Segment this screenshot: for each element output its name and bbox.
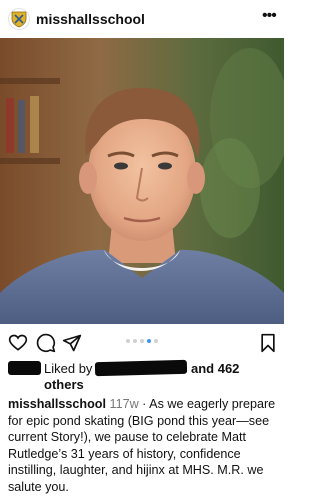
carousel-indicator bbox=[126, 339, 158, 343]
carousel-dot bbox=[140, 339, 144, 343]
school-crest-icon bbox=[11, 11, 27, 28]
post-caption: misshallsschool 117w · As we eagerly pre… bbox=[8, 396, 278, 495]
redacted-avatar bbox=[8, 361, 41, 375]
account-username[interactable]: misshallsschool bbox=[36, 11, 145, 27]
carousel-dot bbox=[133, 339, 137, 343]
profile-avatar[interactable] bbox=[8, 8, 30, 30]
carousel-dot-active bbox=[147, 339, 151, 343]
liked-by-label: Liked by bbox=[44, 361, 93, 376]
caption-username[interactable]: misshallsschool bbox=[8, 397, 106, 411]
carousel-dot bbox=[154, 339, 158, 343]
bookmark-icon[interactable] bbox=[258, 333, 278, 353]
post-time: 117w bbox=[109, 397, 139, 411]
post-actions bbox=[0, 330, 284, 356]
more-icon[interactable]: ••• bbox=[262, 8, 277, 24]
post-header: misshallsschool ••• bbox=[0, 0, 284, 38]
comment-icon[interactable] bbox=[36, 333, 56, 353]
others-label[interactable]: others bbox=[44, 377, 84, 392]
post-photo[interactable] bbox=[0, 38, 284, 324]
like-count[interactable]: and 462 bbox=[191, 361, 239, 376]
share-icon[interactable] bbox=[62, 333, 82, 353]
heart-icon[interactable] bbox=[8, 333, 28, 353]
carousel-dot bbox=[126, 339, 130, 343]
caption-text: · As we eagerly prepare for epic pond sk… bbox=[8, 397, 276, 494]
portrait-image bbox=[0, 38, 284, 324]
likes-line[interactable]: Liked by and 462 others bbox=[0, 358, 284, 394]
redacted-username bbox=[94, 359, 188, 377]
